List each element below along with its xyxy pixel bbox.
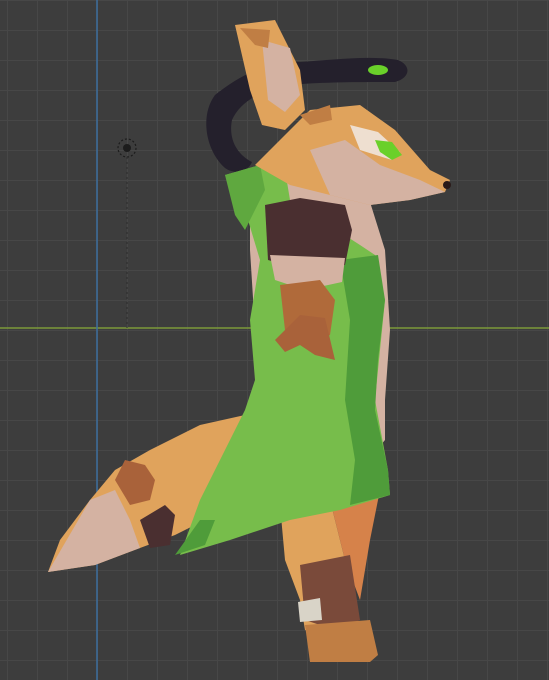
- viewport-scene[interactable]: [0, 0, 549, 680]
- light-icon[interactable]: [117, 138, 137, 328]
- fox-character-model[interactable]: [48, 20, 451, 662]
- fox-nose: [443, 181, 451, 189]
- 3d-viewport[interactable]: [0, 0, 549, 680]
- scarf-green-spot: [368, 65, 388, 75]
